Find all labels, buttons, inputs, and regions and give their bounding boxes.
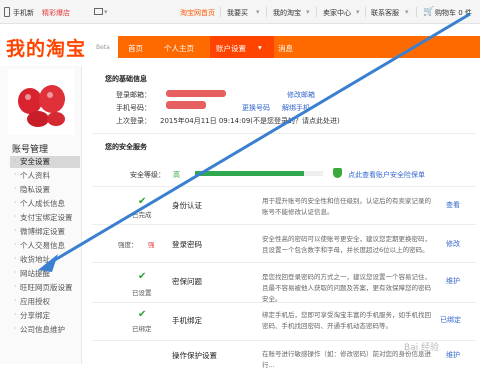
shield-icon: [333, 168, 342, 178]
chevron-down-icon[interactable]: ▾: [356, 8, 360, 16]
topbar-divider: [220, 7, 221, 17]
mail-dropdown-icon[interactable]: ▾: [104, 8, 108, 16]
sidebar-title: 账号管理: [12, 145, 49, 155]
change-phone-link[interactable]: 更换号码: [242, 103, 270, 113]
security-level-fill: [195, 171, 304, 176]
identity-verify-desc: 用于提升账号的安全性和信任级别。认证后的有卖家记录的账号不能修改认证信息。: [262, 197, 431, 216]
topbar-taobao-home[interactable]: 淘宝网首页: [180, 8, 215, 18]
topbar-contact-service[interactable]: 联系客服: [371, 8, 399, 18]
sidebar-item-privacy[interactable]: 隐私设置: [10, 184, 80, 196]
top-bar: 手机新 精彩爆店 ▾ 淘宝网首页 我要买 ▾ 我的淘宝 ▾ 卖家中心 ▾ 联系客…: [0, 0, 480, 24]
topbar-divider: [316, 7, 317, 17]
sidebar-item-company[interactable]: 公司信息维护: [10, 324, 80, 336]
nav-home[interactable]: 首页: [128, 43, 143, 54]
change-email-link[interactable]: 修改邮箱: [287, 90, 315, 100]
topbar-my-taobao-menu[interactable]: 我的淘宝: [273, 8, 301, 18]
sidebar-item-share[interactable]: 分享绑定: [10, 310, 80, 322]
security-question-title: 密保问题: [172, 277, 202, 286]
topbar-promo-link[interactable]: 精彩爆店: [42, 8, 70, 18]
topbar-phone-link[interactable]: 手机新: [13, 8, 34, 18]
chevron-down-icon[interactable]: ▾: [405, 8, 409, 16]
topbar-divider: [365, 7, 366, 17]
row-status: 已绑定: [132, 325, 152, 333]
maintain-protect-link[interactable]: 维护: [446, 350, 460, 360]
sidebar-item-growth[interactable]: 个人成长信息: [10, 198, 80, 210]
topbar-divider: [266, 7, 267, 17]
identity-view-link[interactable]: 查看: [446, 200, 460, 210]
row-divider: [92, 186, 476, 187]
maintain-question-link[interactable]: 维护: [446, 276, 460, 286]
basic-info-heading: 您的基础信息: [105, 75, 147, 83]
phone-label: 手机号码：: [116, 104, 151, 112]
sidebar-item-wangwang[interactable]: 旺旺网页版设置: [10, 282, 80, 294]
sidebar-item-alipay[interactable]: 支付宝绑定设置: [10, 212, 80, 224]
chevron-down-icon[interactable]: ▾: [256, 8, 260, 16]
last-login-label: 上次登录：: [116, 117, 151, 125]
login-password-desc: 安全性高的密码可以使账号更安全，建议您定期更换密码，且设置一个包含数字和字母，并…: [262, 235, 431, 254]
topbar-buy-menu[interactable]: 我要买: [227, 8, 248, 18]
sidebar-item-trade-info[interactable]: 个人交易信息: [10, 240, 80, 252]
chevron-down-icon[interactable]: ▾: [306, 8, 310, 16]
phone-bound-status[interactable]: 已绑定: [440, 315, 461, 325]
topbar-divider: [416, 7, 417, 17]
login-password-title: 登录密码: [172, 240, 202, 249]
security-level-value: 高: [173, 171, 180, 179]
row-divider: [92, 224, 476, 225]
mobile-phone-icon[interactable]: [4, 7, 10, 17]
chevron-down-icon[interactable]: ▾: [258, 43, 262, 52]
security-heading: 您的安全服务: [105, 143, 147, 151]
check-icon: ✔: [138, 196, 147, 207]
beta-badge: Beta: [96, 44, 110, 51]
phone-binding-title: 手机绑定: [172, 316, 202, 325]
sidebar-item-reminder[interactable]: 网站提醒: [10, 268, 80, 280]
insurance-policy-link[interactable]: 点此查看账户安全险保单: [348, 170, 425, 180]
sidebar-item-profile[interactable]: 个人资料: [10, 170, 80, 182]
row-divider: [92, 302, 476, 303]
unbind-phone-link[interactable]: 解绑手机: [282, 103, 310, 113]
check-icon: ✔: [138, 309, 147, 320]
password-strength-label: 强度：: [118, 241, 138, 249]
nav-account-settings[interactable]: 账户设置: [216, 43, 246, 54]
watermark-logo: Bai 经验: [404, 343, 440, 353]
my-taobao-logo[interactable]: 我的淘宝: [6, 34, 86, 61]
security-level-bar: [195, 171, 323, 176]
sidebar-item-address[interactable]: 收货地址: [10, 254, 80, 266]
nav-personal-page[interactable]: 个人主页: [164, 43, 194, 54]
phone-binding-desc: 绑定手机后，您即可享受淘宝丰富的手机服务，如手机找回密码、手机找回密码、开通手机…: [262, 311, 431, 330]
sidebar-item-security[interactable]: 安全设置: [10, 156, 80, 168]
sidebar-item-weibo[interactable]: 微博绑定设置: [10, 226, 80, 238]
row-divider: [92, 262, 476, 263]
mail-icon[interactable]: [94, 8, 103, 15]
modify-password-link[interactable]: 修改: [446, 239, 460, 249]
redacted-email: [166, 90, 226, 97]
avatar[interactable]: [8, 69, 74, 135]
sidebar-item-app-auth[interactable]: 应用授权: [10, 296, 80, 308]
password-strength-value: 强: [148, 241, 155, 249]
topbar-cart-link[interactable]: 购物车 0 件: [435, 8, 472, 18]
avatar-image: [18, 85, 65, 127]
topbar-seller-center[interactable]: 卖家中心: [323, 8, 351, 18]
security-question-desc: 是您找回登录密码的方式之一，建议您设置一个容易记住，且最不容易被他人获取的问题及…: [262, 273, 431, 303]
section-divider: [92, 133, 476, 134]
redacted-phone: [166, 101, 206, 109]
operation-protect-title: 操作保护设置: [172, 351, 217, 360]
cart-icon[interactable]: 🛒: [423, 7, 434, 17]
identity-verify-title: 身份认证: [172, 201, 202, 210]
nav-messages[interactable]: 消息: [278, 43, 293, 54]
main-nav: 首页 个人主页 账户设置 ▾ 消息: [118, 36, 480, 58]
last-login-value[interactable]: 2015年04月11日 09:14:09(不是您登录的？请点此处进): [160, 116, 340, 126]
row-status: 已设置: [132, 289, 152, 297]
security-level-label: 安全等级：: [130, 171, 165, 179]
row-status: 已完成: [132, 211, 152, 219]
check-icon: ✔: [138, 271, 147, 282]
email-label: 登录邮箱：: [116, 91, 151, 99]
